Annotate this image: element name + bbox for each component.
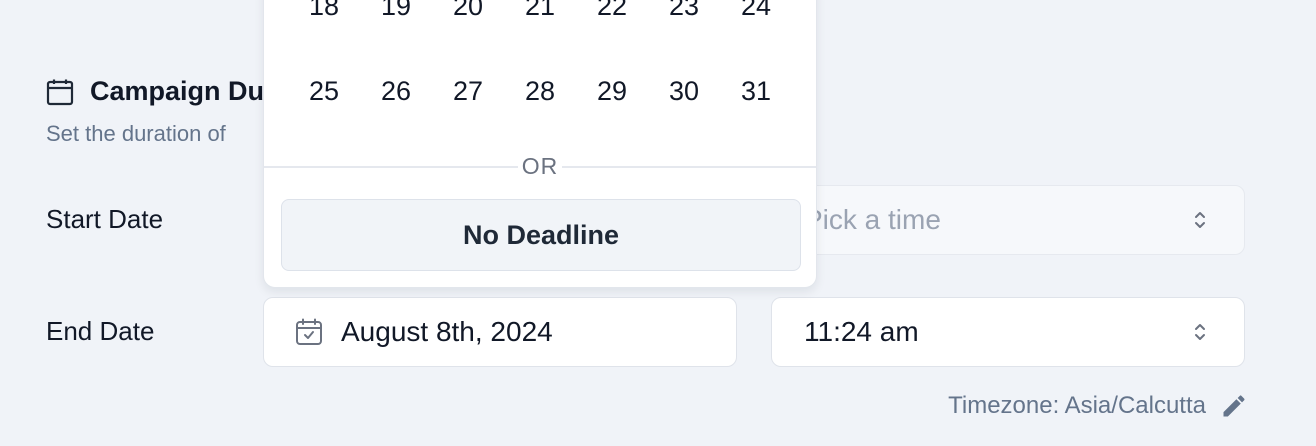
calendar-day[interactable]: 26 bbox=[366, 66, 426, 116]
calendar-day[interactable]: 20 bbox=[438, 0, 498, 31]
calendar-popover: 18 19 20 21 22 23 24 25 26 27 28 29 30 3… bbox=[263, 0, 817, 288]
calendar-day[interactable]: 25 bbox=[294, 66, 354, 116]
no-deadline-button[interactable]: No Deadline bbox=[281, 199, 801, 271]
timezone-text: Timezone: Asia/Calcutta bbox=[948, 392, 1206, 419]
calendar-day[interactable]: 31 bbox=[726, 66, 786, 116]
calendar-icon bbox=[46, 78, 74, 106]
section-title: Campaign Du bbox=[90, 76, 265, 106]
start-date-label: Start Date bbox=[46, 204, 164, 234]
calendar-day[interactable]: 24 bbox=[726, 0, 786, 31]
timezone-row: Timezone: Asia/Calcutta bbox=[948, 392, 1248, 420]
start-time-placeholder: Pick a time bbox=[804, 204, 941, 235]
end-date-picker[interactable]: August 8th, 2024 bbox=[263, 297, 737, 367]
calendar-check-icon bbox=[294, 317, 324, 347]
calendar-day[interactable]: 19 bbox=[366, 0, 426, 31]
or-label-wrap: OR bbox=[264, 153, 816, 180]
or-label: OR bbox=[517, 153, 563, 179]
calendar-day[interactable]: 18 bbox=[294, 0, 354, 31]
end-date-value: August 8th, 2024 bbox=[341, 316, 553, 347]
section-header: Campaign Du bbox=[46, 76, 264, 107]
calendar-day[interactable]: 21 bbox=[510, 0, 570, 31]
calendar-day[interactable]: 28 bbox=[510, 66, 570, 116]
chevron-up-down-icon bbox=[1192, 320, 1208, 344]
chevron-up-down-icon bbox=[1192, 208, 1208, 232]
end-date-label: End Date bbox=[46, 316, 155, 346]
calendar-week-row: 18 19 20 21 22 23 24 bbox=[264, 0, 816, 31]
calendar-week-row: 25 26 27 28 29 30 31 bbox=[264, 66, 816, 116]
end-time-value: 11:24 am bbox=[804, 316, 919, 347]
calendar-day[interactable]: 27 bbox=[438, 66, 498, 116]
pencil-icon[interactable] bbox=[1220, 392, 1248, 420]
campaign-duration-page: Campaign Du Set the duration of Start Da… bbox=[0, 0, 1316, 446]
start-time-select[interactable]: Pick a time bbox=[771, 185, 1245, 255]
calendar-day[interactable]: 22 bbox=[582, 0, 642, 31]
end-time-select[interactable]: 11:24 am bbox=[771, 297, 1245, 367]
section-subtitle: Set the duration of bbox=[46, 121, 226, 146]
calendar-day[interactable]: 30 bbox=[654, 66, 714, 116]
calendar-day[interactable]: 23 bbox=[654, 0, 714, 31]
calendar-day[interactable]: 29 bbox=[582, 66, 642, 116]
